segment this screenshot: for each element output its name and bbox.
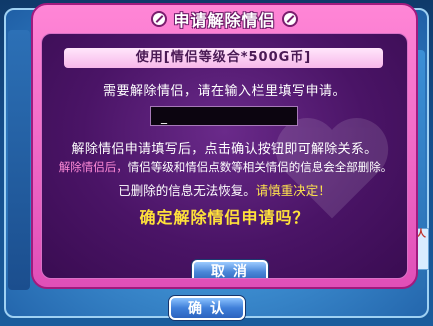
- no-sign-icon: [151, 11, 168, 27]
- confirm-button[interactable]: 确认: [169, 296, 245, 320]
- description-line-3-prefix: 已删除的信息无法恢复。: [118, 183, 256, 198]
- description-line-2: 解除情侣后，情侣等级和情侣点数等相关情侣的信息会全部删除。: [52, 159, 399, 175]
- warning-text: 请慎重决定！: [255, 183, 331, 198]
- description-line-3: 已删除的信息无法恢复。请慎重决定！: [42, 180, 407, 199]
- background-left-panel: [8, 30, 30, 290]
- no-sign-icon: [281, 11, 298, 27]
- request-input[interactable]: _: [150, 106, 298, 126]
- description-line-2-prefix: 解除情侣后，: [58, 160, 128, 174]
- instruction-text: 需要解除情侣，请在输入栏里填写申请。: [102, 84, 346, 99]
- dialog-body: 使用[情侣等级合*500G币] 需要解除情侣，请在输入栏里填写申请。 _ 解除情…: [41, 33, 408, 279]
- unpair-dialog: 申请解除情侣 使用[情侣等级合*500G币] 需要解除情侣，请在输入栏里填写申请…: [31, 3, 418, 289]
- description-line-1: 解除情侣申请填写后，点击确认按钮即可解除关系。: [71, 142, 378, 157]
- description-line-2-rest: 情侣等级和情侣点数等相关情侣的信息会全部删除。: [127, 160, 393, 174]
- dialog-title: 申请解除情侣: [173, 11, 276, 30]
- usage-cost-bar: 使用[情侣等级合*500G币]: [64, 48, 383, 68]
- cancel-button[interactable]: 取消: [192, 260, 268, 278]
- confirm-question: 确定解除情侣申请吗？: [139, 208, 310, 227]
- dialog-title-bar: 申请解除情侣: [33, 8, 416, 30]
